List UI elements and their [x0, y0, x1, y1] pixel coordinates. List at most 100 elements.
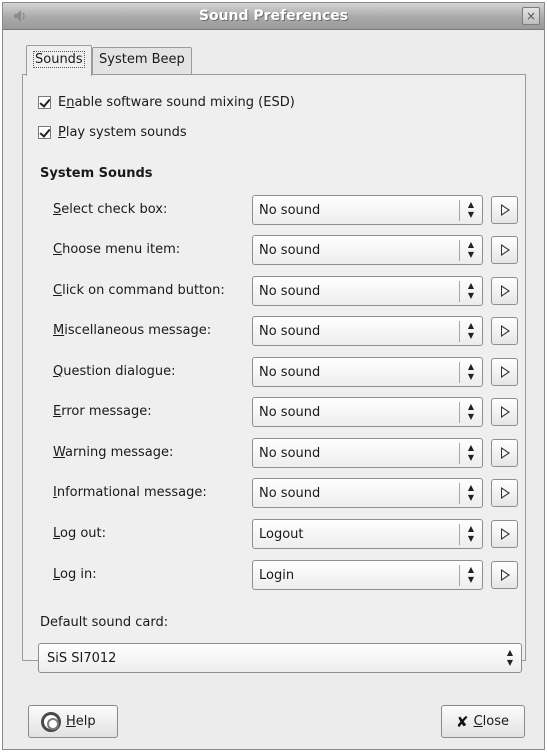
- esd-checkbox[interactable]: [38, 95, 51, 109]
- play-button[interactable]: [491, 520, 518, 548]
- play-icon: [501, 285, 510, 297]
- sound-select-combo[interactable]: No sound ▲ ▼: [252, 195, 483, 225]
- sound-row-log-out: Log out: Logout ▲ ▼: [0, 519, 547, 549]
- row-label: Select check box:: [53, 202, 168, 217]
- play-button[interactable]: [491, 277, 518, 305]
- combo-value: No sound: [259, 203, 321, 218]
- sound-select-combo[interactable]: No sound ▲ ▼: [252, 397, 483, 427]
- close-x-icon: ✘: [456, 712, 469, 731]
- play-button[interactable]: [491, 439, 518, 467]
- row-label: Log in:: [53, 567, 97, 582]
- updown-arrows-icon: ▲ ▼: [467, 281, 475, 300]
- play-button[interactable]: [491, 561, 518, 589]
- window-title: Sound Preferences: [198, 8, 349, 24]
- sound-row-log-in: Log in: Login ▲ ▼: [0, 560, 547, 590]
- row-label: Log out:: [53, 526, 107, 541]
- combo-separator: [459, 200, 460, 221]
- close-button[interactable]: ✘ Close: [441, 705, 525, 738]
- sound-row-click-command-button: Click on command button: No sound ▲ ▼: [0, 276, 547, 306]
- updown-arrows-icon: ▲ ▼: [467, 565, 475, 584]
- help-button[interactable]: Help: [28, 705, 118, 738]
- combo-separator: [459, 321, 460, 342]
- title-bar[interactable]: Sound Preferences ×: [3, 3, 544, 30]
- combo-value: Login: [259, 568, 295, 583]
- sound-select-combo[interactable]: No sound ▲ ▼: [252, 478, 483, 508]
- sound-row-miscellaneous-message: Miscellaneous message: No sound ▲ ▼: [0, 316, 547, 346]
- combo-separator: [459, 281, 460, 302]
- sound-row-informational-message: Informational message: No sound ▲ ▼: [0, 478, 547, 508]
- close-button-label: Close: [473, 714, 509, 729]
- row-label: Click on command button:: [53, 283, 225, 298]
- sound-row-choose-menu-item: Choose menu item: No sound ▲ ▼: [0, 235, 547, 265]
- play-button[interactable]: [491, 317, 518, 345]
- sound-select-combo[interactable]: Logout ▲ ▼: [252, 519, 483, 549]
- play-system-sounds-checkbox[interactable]: [38, 125, 51, 139]
- updown-arrows-icon: ▲ ▼: [467, 443, 475, 462]
- combo-separator: [459, 362, 460, 383]
- sound-row-error-message: Error message: No sound ▲ ▼: [0, 397, 547, 427]
- combo-value: No sound: [259, 446, 321, 461]
- combo-separator: [459, 524, 460, 545]
- row-label: Choose menu item:: [53, 242, 181, 257]
- sound-select-combo[interactable]: No sound ▲ ▼: [252, 235, 483, 265]
- updown-arrows-icon: ▲ ▼: [467, 200, 475, 219]
- play-button[interactable]: [491, 236, 518, 264]
- esd-checkbox-row[interactable]: Enable software sound mixing (ESD): [38, 93, 295, 111]
- sound-row-warning-message: Warning message: No sound ▲ ▼: [0, 438, 547, 468]
- play-button[interactable]: [491, 196, 518, 224]
- play-button[interactable]: [491, 358, 518, 386]
- combo-separator: [459, 483, 460, 504]
- esd-checkbox-label: Enable software sound mixing (ESD): [58, 94, 295, 110]
- tab-system-beep-label: System Beep: [99, 52, 185, 67]
- play-icon: [501, 244, 510, 256]
- window-close-button[interactable]: ×: [522, 7, 540, 25]
- play-icon: [501, 406, 510, 418]
- play-system-sounds-label: Play system sounds: [58, 124, 187, 140]
- combo-value: Logout: [259, 527, 304, 542]
- play-icon: [501, 487, 510, 499]
- help-lifebuoy-icon: [41, 711, 61, 732]
- combo-value: No sound: [259, 243, 321, 258]
- updown-arrows-icon: ▲ ▼: [467, 483, 475, 502]
- combo-value: No sound: [259, 486, 321, 501]
- updown-arrows-icon: ▲ ▼: [467, 240, 475, 259]
- play-button[interactable]: [491, 398, 518, 426]
- combo-value: No sound: [259, 284, 321, 299]
- play-button[interactable]: [491, 479, 518, 507]
- combo-separator: [459, 565, 460, 586]
- combo-value: No sound: [259, 324, 321, 339]
- default-sound-card-combo[interactable]: SiS SI7012 ▲ ▼: [38, 643, 522, 673]
- play-icon: [501, 204, 510, 216]
- system-sounds-heading: System Sounds: [40, 166, 153, 181]
- combo-separator: [459, 402, 460, 423]
- sound-card-value: SiS SI7012: [47, 651, 117, 666]
- sound-row-question-dialogue: Question dialogue: No sound ▲ ▼: [0, 357, 547, 387]
- combo-value: No sound: [259, 405, 321, 420]
- tab-system-beep[interactable]: System Beep: [92, 47, 192, 74]
- tab-sounds[interactable]: Sounds: [26, 45, 92, 76]
- row-label: Question dialogue:: [53, 364, 176, 379]
- updown-arrows-icon: ▲ ▼: [467, 402, 475, 421]
- updown-arrows-icon: ▲ ▼: [467, 524, 475, 543]
- sound-row-select-check-box: Select check box: No sound ▲ ▼: [0, 195, 547, 225]
- sound-select-combo[interactable]: No sound ▲ ▼: [252, 276, 483, 306]
- updown-arrows-icon: ▲ ▼: [506, 648, 514, 667]
- sound-select-combo[interactable]: No sound ▲ ▼: [252, 316, 483, 346]
- combo-separator: [459, 443, 460, 464]
- row-label: Informational message:: [53, 485, 207, 500]
- play-icon: [501, 528, 510, 540]
- default-sound-card-label: Default sound card:: [40, 615, 169, 630]
- play-icon: [501, 366, 510, 378]
- row-label: Warning message:: [53, 445, 174, 460]
- play-icon: [501, 447, 510, 459]
- help-button-label: Help: [66, 714, 96, 729]
- combo-value: No sound: [259, 365, 321, 380]
- row-label: Error message:: [53, 404, 152, 419]
- play-system-sounds-checkbox-row[interactable]: Play system sounds: [38, 123, 187, 141]
- sound-select-combo[interactable]: Login ▲ ▼: [252, 560, 483, 590]
- updown-arrows-icon: ▲ ▼: [467, 362, 475, 381]
- sound-select-combo[interactable]: No sound ▲ ▼: [252, 357, 483, 387]
- play-icon: [501, 569, 510, 581]
- sound-select-combo[interactable]: No sound ▲ ▼: [252, 438, 483, 468]
- tab-sounds-label: Sounds: [33, 51, 85, 68]
